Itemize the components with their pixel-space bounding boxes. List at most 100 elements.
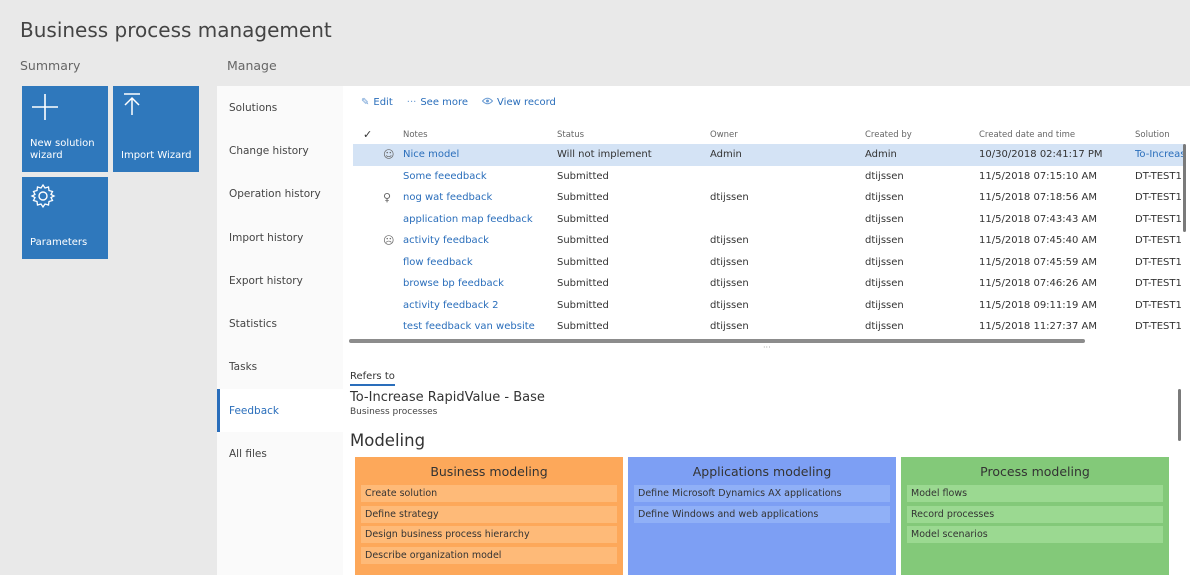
- created-by-cell: dtijssen: [865, 299, 904, 311]
- tab-refers-to[interactable]: Refers to: [350, 371, 395, 386]
- status-cell: Will not implement: [557, 149, 652, 160]
- notes-link[interactable]: Nice model: [403, 144, 553, 166]
- owner-cell: dtijssen: [710, 235, 749, 246]
- nav-item-change-history[interactable]: Change history: [217, 129, 343, 172]
- notes-link[interactable]: application map feedback: [403, 209, 553, 231]
- action-toolbar: ✎ Edit ··· See more View record: [361, 97, 556, 108]
- grid-header: ✓ Notes Status Owner Created by Created …: [353, 126, 1185, 144]
- col-solution[interactable]: Solution: [1135, 126, 1185, 144]
- plus-icon: [30, 92, 60, 126]
- modeling-item[interactable]: Model scenarios: [907, 526, 1163, 543]
- table-row[interactable]: ♀ nog wat feedback Submitted dtijssen dtijss…: [353, 187, 1185, 209]
- notes-link[interactable]: Some feeedback: [403, 166, 553, 188]
- view-record-button[interactable]: View record: [481, 97, 556, 108]
- modeling-item[interactable]: Define Windows and web applications: [634, 505, 890, 523]
- panel-title: Applications modeling: [692, 464, 832, 479]
- table-row[interactable]: ☹ activity feedback Submitted dtijssen dtijs…: [353, 230, 1185, 252]
- nav-item-feedback[interactable]: Feedback: [217, 389, 343, 433]
- owner-cell: dtijssen: [710, 321, 749, 332]
- status-cell: Submitted: [557, 299, 609, 311]
- modeling-item[interactable]: Create solution: [361, 485, 617, 502]
- import-wizard-tile[interactable]: Import Wizard: [113, 86, 199, 172]
- parameters-tile[interactable]: Parameters: [22, 177, 108, 259]
- created-by-cell: dtijssen: [865, 170, 904, 182]
- notes-link[interactable]: activity feedback 2: [403, 295, 553, 317]
- notes-link[interactable]: flow feedback: [403, 252, 553, 274]
- solution-cell: DT-TEST1: [1135, 299, 1182, 311]
- created-date-cell: 11/5/2018 07:15:10 AM: [979, 170, 1098, 182]
- modeling-item[interactable]: Define Microsoft Dynamics AX application…: [634, 485, 890, 502]
- created-by-cell: dtijssen: [865, 321, 904, 332]
- notes-link[interactable]: test feedback van website: [403, 316, 553, 338]
- created-date-cell: 11/5/2018 07:45:59 AM: [979, 256, 1098, 268]
- solution-cell: DT-TEST1: [1135, 235, 1182, 246]
- nav-item-statistics[interactable]: Statistics: [217, 302, 343, 345]
- nav-item-tasks[interactable]: Tasks: [217, 346, 343, 389]
- pencil-icon: ✎: [361, 97, 370, 108]
- table-row[interactable]: Some feeedback Submitted dtijssen 11/5/2018…: [353, 166, 1185, 188]
- summary-label: Summary: [20, 58, 81, 73]
- grid-vertical-scrollbar[interactable]: [1183, 144, 1186, 232]
- manage-label: Manage: [227, 58, 277, 73]
- view-record-label: View record: [497, 97, 556, 108]
- modeling-item[interactable]: Record processes: [907, 505, 1163, 523]
- table-row[interactable]: ☺ Nice model Will not implement Admin Admin 1…: [353, 144, 1185, 166]
- status-cell: Submitted: [557, 321, 609, 332]
- table-row[interactable]: activity feedback 2 Submitted dtijssen dtij…: [353, 295, 1185, 317]
- select-all-checkmark[interactable]: ✓: [363, 126, 375, 144]
- solution-cell[interactable]: To-Increase: [1135, 144, 1185, 166]
- table-row[interactable]: application map feedback Submitted dtijsse…: [353, 209, 1185, 231]
- app-title: Business process management: [20, 18, 332, 42]
- edit-button[interactable]: ✎ Edit: [361, 97, 393, 108]
- business-modeling-panel: Business modeling Create solution Define s…: [355, 457, 623, 575]
- notes-link[interactable]: nog wat feedback: [403, 187, 553, 209]
- modeling-item[interactable]: Design business process hierarchy: [361, 526, 617, 543]
- owner-cell: Admin: [710, 149, 742, 160]
- new-solution-wizard-tile[interactable]: New solution wizard: [22, 86, 108, 172]
- import-wizard-label: Import Wizard: [121, 150, 192, 161]
- new-solution-wizard-label: New solution wizard: [30, 138, 95, 161]
- modeling-item[interactable]: Describe organization model: [361, 546, 617, 564]
- process-modeling-panel: Process modeling Model flows Record proces…: [901, 457, 1169, 575]
- created-by-cell: dtijssen: [865, 256, 904, 268]
- notes-link[interactable]: browse bp feedback: [403, 273, 553, 295]
- table-row[interactable]: browse bp feedback Submitted dtijssen dtijs…: [353, 273, 1185, 295]
- nav-item-import-history[interactable]: Import history: [217, 216, 343, 259]
- solution-cell: DT-TEST1: [1135, 213, 1182, 225]
- nav-item-operation-history[interactable]: Operation history: [217, 173, 343, 216]
- nav-item-solutions[interactable]: Solutions: [217, 86, 343, 129]
- upload-arrow-icon: [121, 92, 143, 120]
- panel-title: Business modeling: [430, 464, 548, 479]
- table-row[interactable]: test feedback van website Submitted dtijss…: [353, 316, 1185, 338]
- solution-cell: DT-TEST1: [1135, 192, 1182, 203]
- status-cell: Submitted: [557, 213, 609, 225]
- lightbulb-icon: ♀: [383, 191, 392, 204]
- nav-item-export-history[interactable]: Export history: [217, 259, 343, 302]
- scroll-dots: ···: [763, 343, 771, 352]
- solution-cell: DT-TEST1: [1135, 256, 1182, 268]
- panel-title: Process modeling: [980, 464, 1090, 479]
- col-created-by[interactable]: Created by: [865, 126, 975, 144]
- col-owner[interactable]: Owner: [710, 126, 860, 144]
- created-date-cell: 11/5/2018 11:27:37 AM: [979, 321, 1098, 332]
- col-created-date[interactable]: Created date and time: [979, 126, 1129, 144]
- solution-cell: DT-TEST1: [1135, 278, 1182, 289]
- col-notes[interactable]: Notes: [403, 126, 553, 144]
- horizontal-scrollbar[interactable]: [349, 339, 1085, 343]
- edit-label: Edit: [373, 97, 393, 108]
- created-by-cell: Admin: [865, 149, 897, 160]
- created-by-cell: dtijssen: [865, 213, 904, 225]
- ellipsis-icon: ···: [406, 97, 417, 108]
- table-row[interactable]: flow feedback Submitted dtijssen dtijssen 11…: [353, 252, 1185, 274]
- see-more-button[interactable]: ··· See more: [407, 97, 468, 108]
- owner-cell: dtijssen: [710, 299, 749, 311]
- frown-icon: ☹: [383, 234, 395, 247]
- col-status[interactable]: Status: [557, 126, 707, 144]
- notes-link[interactable]: activity feedback: [403, 230, 553, 252]
- modeling-item[interactable]: Model flows: [907, 485, 1163, 502]
- created-date-cell: 10/30/2018 02:41:17 PM: [979, 149, 1103, 160]
- smiley-icon: ☺: [383, 148, 395, 161]
- nav-item-all-files[interactable]: All files: [217, 432, 343, 475]
- modeling-item[interactable]: Define strategy: [361, 505, 617, 523]
- page-vertical-scrollbar[interactable]: [1178, 389, 1181, 441]
